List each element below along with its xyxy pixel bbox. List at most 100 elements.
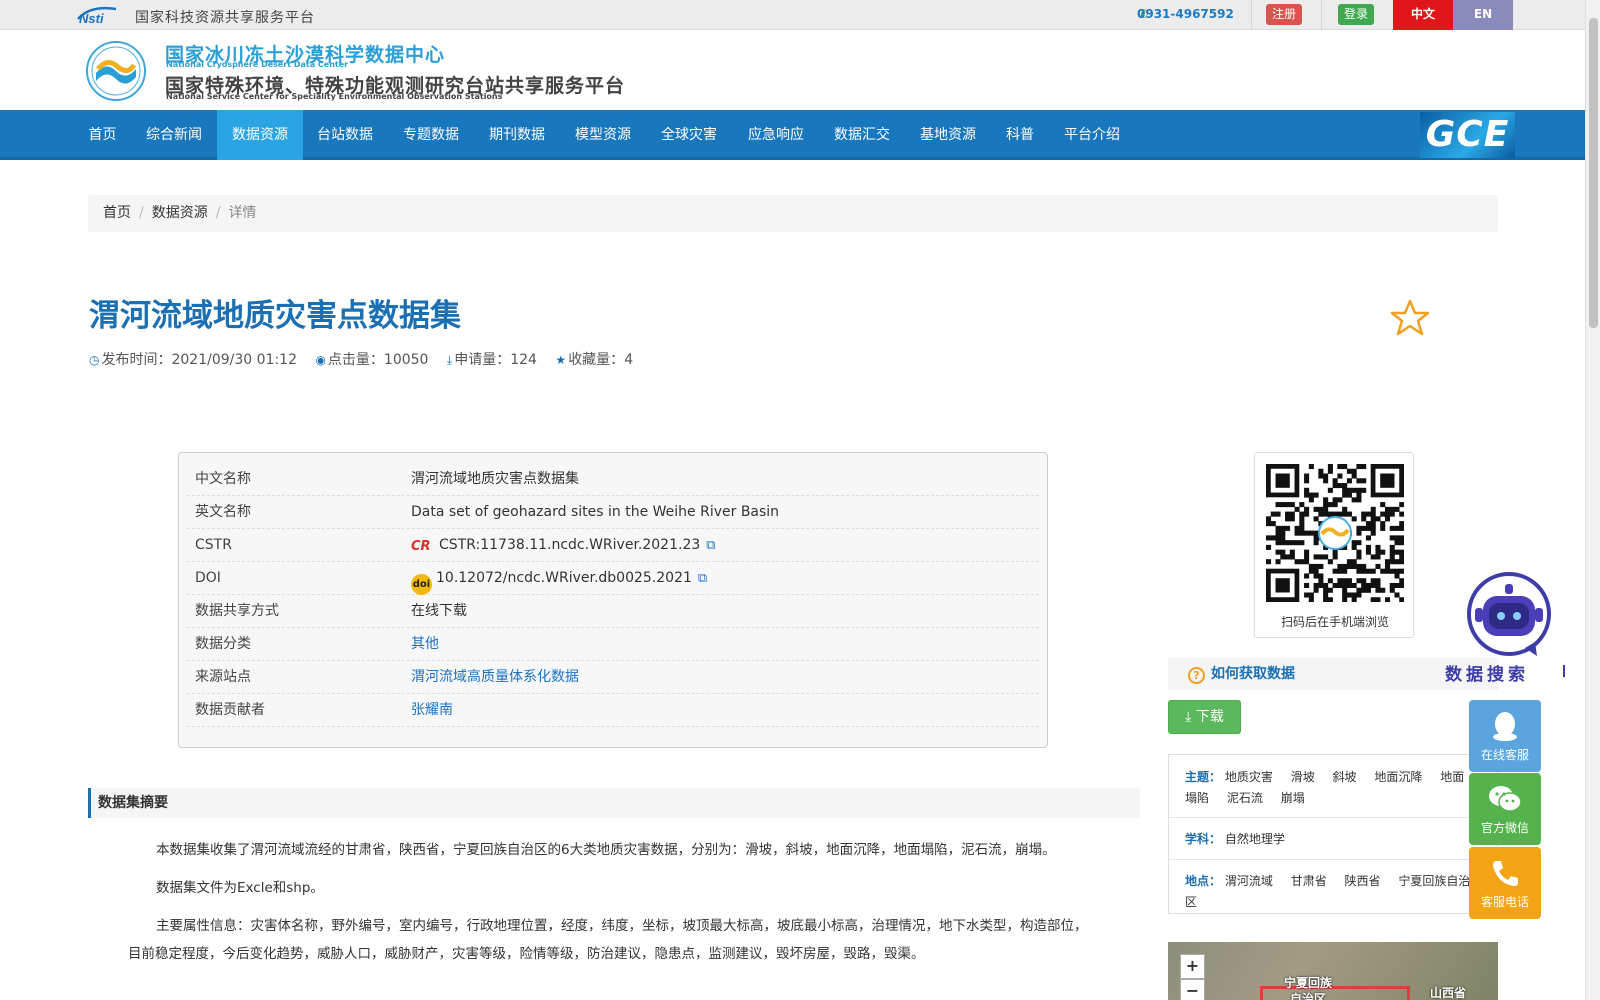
nav-item-home[interactable]: 首页 [80,110,125,160]
nav-item-station-data[interactable]: 台站数据 [309,110,381,160]
scrollbar-thumb[interactable] [1589,18,1598,328]
qr-code-card: 扫码后在手机端浏览 [1254,452,1414,638]
info-key: 英文名称 [195,504,251,520]
abstract-heading: 数据集摘要 [88,788,1140,818]
site-header: 国家冰川冻土沙漠科学数据中心 National Cryosphere Deser… [0,30,1585,110]
subject-label: 学科： [1185,832,1222,846]
nsti-logo[interactable]: Nsti [76,5,126,25]
breadcrumb: 首页 / 数据资源 / 详情 [88,195,1498,232]
place-tag[interactable]: 渭河流域 [1225,874,1273,888]
external-link-icon[interactable]: ⧉ [698,571,707,586]
abstract-paragraph: 本数据集收集了渭河流域流经的甘肃省，陕西省，宁夏回族自治区的6大类地质灾害数据，… [156,842,1056,858]
info-row-category: 数据分类 其他 [187,628,1039,661]
center-name-en: National Cryosphere Desert Data Center [166,60,349,69]
map-label-ningxia: 宁夏回族 [1284,976,1333,990]
register-button[interactable]: 注册 [1266,4,1302,25]
nav-item-science[interactable]: 科普 [996,110,1044,160]
qq-icon [1493,712,1517,741]
data-search-label[interactable]: 数据搜索 [1445,660,1529,685]
topic-tag[interactable]: 崩塌 [1281,791,1305,805]
info-row-cn-name: 中文名称 渭河流域地质灾害点数据集 [187,463,1039,496]
lang-zh-button[interactable]: 中文 [1393,0,1453,30]
page-title: 渭河流域地质灾害点数据集 [89,298,461,334]
nav-item-topic-data[interactable]: 专题数据 [395,110,467,160]
download-icon: ⤓ [1185,709,1192,725]
breadcrumb-divider: / [139,205,144,221]
topic-tag[interactable]: 斜坡 [1333,770,1357,784]
requests-count: 124 [510,352,537,368]
wechat-button[interactable]: 官方微信 [1469,773,1541,845]
favorites-count: 4 [624,352,634,368]
phone-number: 0931-4967592 [1137,7,1234,21]
info-value: 渭河流域地质灾害点数据集 [411,471,579,487]
nav-item-data-submission[interactable]: 数据汇交 [826,110,898,160]
divider [1169,817,1499,818]
favorite-star-icon[interactable] [1390,298,1430,338]
nav-item-emergency[interactable]: 应急响应 [740,110,812,160]
info-row-cstr: CSTR CR CSTR:11738.11.ncdc.WRiver.2021.23… [187,529,1039,562]
login-button[interactable]: 登录 [1338,4,1374,25]
wechat-label: 官方微信 [1480,821,1529,835]
dataset-info-table: 中文名称 渭河流域地质灾害点数据集 英文名称 Data set of geoha… [178,452,1048,748]
phone-icon [1493,861,1518,886]
topic-tag[interactable]: 泥石流 [1227,791,1263,805]
robot-assistant-icon[interactable] [1465,570,1553,658]
nsti-logo-text: Nsti [79,11,104,25]
place-tags: 地点： 渭河流域 甘肃省 陕西省 宁夏回族自治区 [1185,871,1475,913]
topic-tag[interactable]: 地质灾害 [1225,770,1273,784]
nav-item-base-resources[interactable]: 基地资源 [912,110,984,160]
nav-item-global-disasters[interactable]: 全球灾害 [653,110,725,160]
online-service-button[interactable]: 在线客服 [1469,700,1541,772]
phone-service-button[interactable]: 客服电话 [1469,847,1541,919]
breadcrumb-current: 详情 [228,205,257,221]
info-row-contributor: 数据贡献者 张耀南 [187,694,1039,727]
clock-icon: ◷ [89,353,100,367]
requests-label: 申请量： [454,352,511,368]
breadcrumb-data-resources[interactable]: 数据资源 [152,205,208,221]
place-tag[interactable]: 甘肃省 [1291,874,1327,888]
topic-tag[interactable]: 地面沉降 [1374,770,1422,784]
external-link-icon[interactable]: ⧉ [706,538,715,553]
cstr-value: CSTR:11738.11.ncdc.WRiver.2021.23 [439,537,701,553]
contributor-link[interactable]: 张耀南 [411,694,453,727]
download-button[interactable]: ⤓ 下载 [1168,700,1241,734]
dataset-meta: ◷ 发布时间：2021/09/30 01:12 ◉ 点击量：10050 ⤓ 申请量：1… [89,349,647,369]
nav-item-journal-data[interactable]: 期刊数据 [481,110,553,160]
info-value: 在线下载 [411,603,467,619]
keywords-card: 主题： 地质灾害 滑坡 斜坡 地面沉降 地面塌陷 泥石流 崩塌 学科： 自然地理… [1168,754,1499,914]
topic-tag[interactable]: 滑坡 [1291,770,1315,784]
download-label: 下载 [1195,709,1224,725]
nav-item-data-resources[interactable]: 数据资源 [217,110,303,160]
center-logo[interactable] [86,41,146,101]
source-station-link[interactable]: 渭河流域高质量体系化数据 [411,661,579,694]
location-map[interactable]: + − 宁夏回族 自治区 山西省 [1168,942,1498,1000]
publish-label: 发布时间： [101,352,172,368]
nav-item-model-resources[interactable]: 模型资源 [567,110,639,160]
lang-en-button[interactable]: EN [1453,0,1513,30]
topic-tags: 主题： 地质灾害 滑坡 斜坡 地面沉降 地面塌陷 泥石流 崩塌 [1185,767,1475,809]
download-icon: ⤓ [446,353,453,367]
phone-service-label: 客服电话 [1480,895,1529,909]
info-key: CSTR [195,537,232,553]
place-tag[interactable]: 陕西省 [1345,874,1381,888]
zoom-in-button[interactable]: + [1180,954,1205,979]
divider [1321,0,1322,30]
breadcrumb-home[interactable]: 首页 [103,205,131,221]
page-scrollbar[interactable] [1585,0,1600,1000]
doi-value: 10.12072/ncdc.WRiver.db0025.2021 [436,570,692,586]
nav-item-news[interactable]: 综合新闻 [140,110,208,160]
info-row-source-station: 来源站点 渭河流域高质量体系化数据 [187,661,1039,694]
divider [1169,859,1499,860]
info-row-doi: DOI doi 10.12072/ncdc.WRiver.db0025.2021 ⧉ [187,562,1039,595]
publish-time: 2021/09/30 01:12 [171,352,297,368]
breadcrumb-divider: / [215,205,221,221]
favorites-label: 收藏量： [568,352,625,368]
online-service-label: 在线客服 [1480,748,1529,762]
nav-item-about[interactable]: 平台介绍 [1055,110,1129,160]
zoom-out-button[interactable]: − [1180,979,1205,1000]
divider [1251,0,1252,30]
platform-title: 国家科技资源共享服务平台 [135,10,315,26]
category-link[interactable]: 其他 [411,628,439,661]
gce-logo[interactable]: GCE [1420,112,1515,158]
subject-tag[interactable]: 自然地理学 [1225,832,1285,846]
